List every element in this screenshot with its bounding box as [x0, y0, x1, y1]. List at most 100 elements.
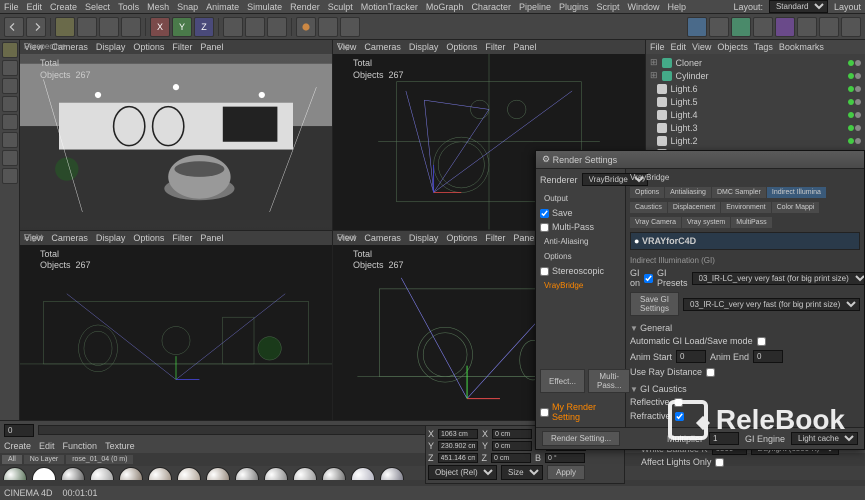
menu-select[interactable]: Select	[85, 2, 110, 12]
vp-menu-display[interactable]: Display	[96, 233, 126, 243]
tool-z[interactable]: Z	[194, 17, 214, 37]
gi-presets-dropdown[interactable]: 03_IR-LC_very very fast (for big print s…	[692, 272, 865, 285]
point-mode[interactable]	[2, 96, 18, 112]
save-gi-button[interactable]: Save GI Settings	[630, 292, 679, 316]
vp-menu-options[interactable]: Options	[133, 42, 164, 52]
vp-menu-options[interactable]: Options	[133, 233, 164, 243]
menu-create[interactable]: Create	[50, 2, 77, 12]
vp-menu-display[interactable]: Display	[409, 42, 439, 52]
material-ball[interactable]: RB_roug	[291, 467, 319, 480]
om-bookmarks[interactable]: Bookmarks	[779, 42, 824, 52]
object-row[interactable]: Light.4	[648, 108, 863, 121]
mat-function[interactable]: Function	[63, 441, 98, 451]
vp-menu-filter[interactable]: Filter	[485, 233, 505, 243]
object-tree[interactable]: ⊞Cloner⊞Cylinder Light.6 Light.5 Light.4…	[646, 54, 865, 154]
menu-render[interactable]: Render	[290, 2, 320, 12]
vp-menu-options[interactable]: Options	[446, 42, 477, 52]
timeline-start[interactable]	[4, 424, 34, 437]
rd-stereo-check[interactable]	[540, 267, 549, 276]
multipass-button[interactable]: Multi-Pass...	[588, 369, 630, 393]
model-mode[interactable]	[2, 42, 18, 58]
tab-camera[interactable]: Vray Camera	[630, 217, 681, 228]
tab-displacement[interactable]: Displacement	[668, 202, 720, 213]
generator-tool[interactable]	[753, 17, 773, 37]
save-gi-dropdown[interactable]: 03_IR-LC_very very fast (for big print s…	[683, 298, 860, 311]
material-ball[interactable]: VrayAdv	[233, 467, 261, 480]
vp-menu-display[interactable]: Display	[96, 42, 126, 52]
vp-menu-panel[interactable]: Panel	[513, 42, 536, 52]
use-ray-check[interactable]	[706, 368, 715, 377]
coord-size[interactable]: Size	[501, 465, 543, 480]
material-ball[interactable]: VrayAdv	[117, 467, 145, 480]
material-ball[interactable]: Metal_c	[88, 467, 116, 480]
coord-x1[interactable]	[438, 429, 478, 439]
camera-tool[interactable]	[819, 17, 839, 37]
scale-tool[interactable]	[99, 17, 119, 37]
rd-options[interactable]: Options	[540, 250, 621, 263]
cube-primitive[interactable]	[687, 17, 707, 37]
rd-antialiasing[interactable]: Anti-Aliasing	[540, 235, 621, 248]
tool-x[interactable]: X	[150, 17, 170, 37]
object-row[interactable]: Light.6	[648, 82, 863, 95]
om-objects[interactable]: Objects	[717, 42, 748, 52]
mat-texture[interactable]: Texture	[105, 441, 135, 451]
auto-gi-check[interactable]	[757, 337, 766, 346]
vp-menu-filter[interactable]: Filter	[485, 42, 505, 52]
vp-menu-options[interactable]: Options	[446, 233, 477, 243]
poly-mode[interactable]	[2, 132, 18, 148]
coord-mode[interactable]: Object (Rel)	[428, 465, 497, 480]
object-row[interactable]: Light.3	[648, 121, 863, 134]
layout-link[interactable]: Layout	[834, 2, 861, 12]
tab-environment[interactable]: Environment	[721, 202, 770, 213]
mat-tab-all[interactable]: All	[2, 455, 22, 464]
coord-b[interactable]	[545, 453, 585, 463]
menu-window[interactable]: Window	[628, 2, 660, 12]
vp-menu-filter[interactable]: Filter	[172, 233, 192, 243]
light-tool[interactable]	[841, 17, 861, 37]
menu-mograph[interactable]: MoGraph	[426, 2, 464, 12]
spline-primitive[interactable]	[709, 17, 729, 37]
environment-tool[interactable]	[797, 17, 817, 37]
menu-pipeline[interactable]: Pipeline	[519, 2, 551, 12]
om-view[interactable]: View	[692, 42, 711, 52]
menu-mesh[interactable]: Mesh	[147, 2, 169, 12]
menu-snap[interactable]: Snap	[177, 2, 198, 12]
material-ball[interactable]: RB_susk	[262, 467, 290, 480]
render-view-button[interactable]	[296, 17, 316, 37]
undo-button[interactable]	[4, 17, 24, 37]
tab-multipass[interactable]: MultiPass	[731, 217, 771, 228]
material-ball[interactable]: VrayAdv	[378, 467, 406, 480]
deformer-tool[interactable]	[775, 17, 795, 37]
mat-tab-nolayer[interactable]: No Layer	[24, 455, 64, 464]
anim-end-input[interactable]	[753, 350, 783, 363]
axis-mode[interactable]	[2, 78, 18, 94]
affect-lights-check[interactable]	[715, 458, 724, 467]
object-row[interactable]: ⊞Cylinder	[648, 69, 863, 82]
effect-button[interactable]: Effect...	[540, 369, 585, 393]
vp-menu-display[interactable]: Display	[409, 233, 439, 243]
material-ball[interactable]: RB_light	[30, 467, 58, 480]
material-ball[interactable]: VrayAdv	[1, 467, 29, 480]
my-render-setting[interactable]: My Render Setting	[552, 402, 621, 422]
tab-indirect[interactable]: Indirect Illumina	[767, 187, 826, 198]
object-row[interactable]: Light.2	[648, 134, 863, 147]
rd-save-check[interactable]	[540, 209, 549, 218]
menu-sculpt[interactable]: Sculpt	[328, 2, 353, 12]
material-ball[interactable]: VrayAdv	[175, 467, 203, 480]
gi-on-check[interactable]	[644, 274, 653, 283]
menu-edit[interactable]: Edit	[27, 2, 43, 12]
anim-start-input[interactable]	[676, 350, 706, 363]
rd-multipass-check[interactable]	[540, 223, 549, 232]
tab-dmc[interactable]: DMC Sampler	[712, 187, 766, 198]
redo-button[interactable]	[26, 17, 46, 37]
render-region-button[interactable]	[318, 17, 338, 37]
vp-menu-panel[interactable]: Panel	[200, 42, 223, 52]
material-ball[interactable]: VrayAdv	[59, 467, 87, 480]
mat-edit[interactable]: Edit	[39, 441, 55, 451]
move-tool[interactable]	[77, 17, 97, 37]
mat-tab-rose[interactable]: rose_01_04 (0 m)	[66, 455, 133, 464]
coord-tool[interactable]	[223, 17, 243, 37]
snap-tool[interactable]	[245, 17, 265, 37]
om-edit[interactable]: Edit	[671, 42, 687, 52]
vp-menu-cameras[interactable]: Cameras	[364, 233, 401, 243]
